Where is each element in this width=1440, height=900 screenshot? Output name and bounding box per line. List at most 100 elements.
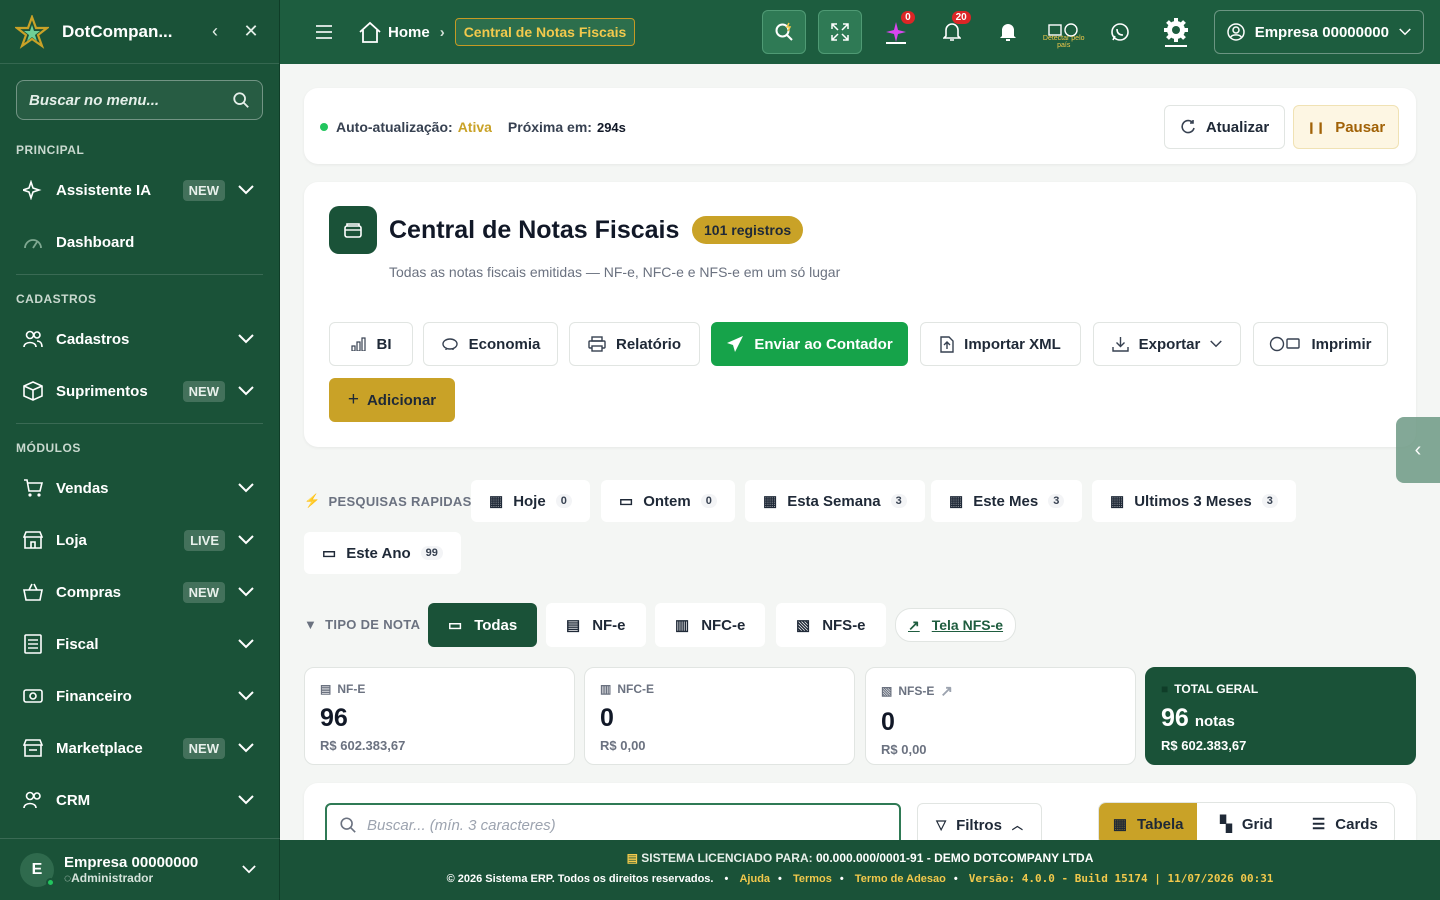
stat-card-nfe[interactable]: ▤ NF-E 96 R$ 602.383,67 [304, 667, 575, 765]
alerts-button[interactable] [986, 10, 1030, 54]
new-badge: NEW [182, 380, 225, 402]
tab-nfse[interactable]: ▧ NFS-e [776, 603, 886, 647]
view-cards-button[interactable]: ☰ Cards [1296, 803, 1394, 840]
quick-filter-esta-semana[interactable]: ▦ Esta Semana 3 [745, 480, 925, 522]
sidebar-search-input[interactable] [29, 91, 232, 109]
next-refresh-label: Próxima em: [507, 119, 592, 135]
external-link-icon[interactable]: ↗ [940, 682, 953, 700]
export-button[interactable]: Exportar [1093, 322, 1241, 366]
side-panel-toggle[interactable]: ‹ [1396, 417, 1440, 483]
quick-filter-este-mes[interactable]: ▦ Este Mes 3 [931, 480, 1083, 522]
stat-count: 0 [881, 708, 895, 736]
print-button[interactable]: Imprimir [1253, 322, 1388, 366]
sidebar-item-loja[interactable]: Loja LIVE [0, 514, 279, 566]
fullscreen-button[interactable] [817, 10, 862, 54]
refresh-button[interactable]: Atualizar [1164, 105, 1285, 149]
detect-country-button[interactable]: Detectar pelo país [1042, 10, 1086, 54]
pause-button[interactable]: ❙❙ Pausar [1293, 105, 1399, 149]
add-button[interactable]: + Adicionar [329, 378, 455, 422]
new-badge: NEW [182, 737, 225, 759]
piggy-bank-icon [441, 338, 458, 350]
list-icon: ☰ [1311, 816, 1326, 833]
view-table-button[interactable]: ▦ Tabela [1099, 803, 1198, 840]
document-icon: ▤ [320, 682, 332, 696]
quick-search-label: ⚡ PESQUISAS RAPIDAS [304, 493, 472, 509]
sidebar-item-suprimentos[interactable]: Suprimentos NEW [0, 365, 279, 417]
stat-unit: notas [1194, 713, 1235, 730]
page-title: Central de Notas Fiscais [389, 216, 680, 244]
collapse-sidebar-icon[interactable]: ‹ [201, 18, 229, 46]
stat-count: 96 [320, 704, 348, 732]
quick-filter-hoje[interactable]: ▦ Hoje 0 [471, 480, 590, 522]
chevron-down-icon [1399, 28, 1411, 36]
sidebar-search[interactable] [16, 80, 263, 120]
menu-icon[interactable] [310, 18, 338, 46]
tab-todas[interactable]: ▭ Todas [428, 603, 538, 647]
page-header-card: Central de Notas Fiscais 101 registros T… [304, 182, 1416, 447]
new-badge: NEW [182, 581, 225, 603]
sidebar-item-vendas[interactable]: Vendas [0, 462, 279, 514]
settings-button[interactable] [1154, 10, 1198, 54]
nfse-screen-link[interactable]: ↗ Tela NFS-e [895, 608, 1017, 642]
section-modulos: MÓDULOS [16, 441, 81, 455]
sidebar-item-dashboard[interactable]: Dashboard [0, 216, 279, 268]
close-icon[interactable]: ✕ [237, 18, 265, 46]
star-logo-icon [14, 14, 50, 50]
cart-icon [22, 477, 44, 499]
breadcrumb-home[interactable]: Home [358, 21, 430, 43]
whatsapp-button[interactable] [1098, 10, 1142, 54]
sidebar-item-assistente-ia[interactable]: Assistente IA NEW [0, 164, 279, 216]
license-icon: ▤ [626, 851, 638, 865]
quick-filter-ontem[interactable]: ▭ Ontem 0 [601, 480, 735, 522]
bi-button[interactable]: BI [329, 322, 413, 366]
help-link[interactable]: Ajuda [739, 873, 770, 885]
import-xml-button[interactable]: Importar XML [920, 322, 1081, 366]
terms-link[interactable]: Termos [793, 873, 832, 885]
list-search-input[interactable] [367, 816, 887, 834]
user-profile[interactable]: E Empresa 00000000 ◌Administrador [0, 838, 280, 900]
send-to-accountant-button[interactable]: Enviar ao Contador [711, 322, 908, 366]
view-switcher: ▦ Tabela ▚ Grid ☰ Cards [1098, 802, 1395, 840]
list-search[interactable] [325, 803, 901, 840]
brand-name: DotCompan... [62, 21, 173, 41]
divider [16, 274, 263, 275]
view-grid-button[interactable]: ▚ Grid [1197, 803, 1295, 840]
section-cadastros: CADASTROS [16, 292, 97, 306]
count-badge: 99 [420, 546, 443, 560]
basket-icon [22, 581, 44, 603]
company-selector[interactable]: Empresa 00000000 [1213, 10, 1424, 54]
sidebar-item-fiscal[interactable]: Fiscal [0, 618, 279, 670]
sidebar-item-marketplace[interactable]: Marketplace NEW [0, 722, 279, 774]
economia-button[interactable]: Economia [423, 322, 558, 366]
global-search-button[interactable] [761, 10, 806, 54]
pause-icon: ❙❙ [1306, 121, 1326, 134]
chevron-down-icon [235, 795, 257, 805]
version-info: Versão: 4.0.0 - Build 15174 | 11/07/2026… [968, 872, 1274, 885]
sidebar-item-compras[interactable]: Compras NEW [0, 566, 279, 618]
bar-chart-icon [350, 337, 366, 351]
stat-card-nfse[interactable]: ▧ NFS-E ↗ 0 R$ 0,00 [865, 667, 1136, 765]
tab-nfce[interactable]: ▥ NFC-e [655, 603, 766, 647]
quick-filter-este-ano[interactable]: ▭ Este Ano 99 [304, 532, 461, 574]
tab-nfe[interactable]: ▤ NF-e [546, 603, 646, 647]
barcode-icon: ▥ [675, 617, 690, 634]
ai-button[interactable]: 0 [874, 10, 918, 54]
lightning-icon: ⚡ [304, 493, 321, 508]
bell-icon [942, 23, 961, 41]
quick-filter-ultimos-3-meses[interactable]: ▦ Ultimos 3 Meses 3 [1092, 480, 1296, 522]
filters-button[interactable]: ▽ Filtros ︿ [917, 803, 1042, 840]
chevron-down-icon [1210, 340, 1223, 348]
report-button[interactable]: Relatório [569, 322, 700, 366]
breadcrumb: Home › Central de Notas Fiscais [358, 18, 636, 46]
sidebar-item-cadastros[interactable]: Cadastros [0, 313, 279, 365]
topbar: Home › Central de Notas Fiscais 0 20 Det… [280, 0, 1440, 64]
sidebar-item-crm[interactable]: CRM [0, 774, 279, 826]
notifications-button[interactable]: 20 [930, 10, 974, 54]
calendar-icon: ▦ [489, 493, 504, 510]
sidebar-item-financeiro[interactable]: Financeiro [0, 670, 279, 722]
stat-card-nfce[interactable]: ▥ NFC-E 0 R$ 0,00 [584, 667, 855, 765]
company-name: Empresa 00000000 [1254, 23, 1389, 41]
adhesion-terms-link[interactable]: Termo de Adesao [855, 873, 946, 885]
paper-plane-icon [727, 336, 744, 352]
calendar-icon: ▦ [949, 493, 964, 510]
